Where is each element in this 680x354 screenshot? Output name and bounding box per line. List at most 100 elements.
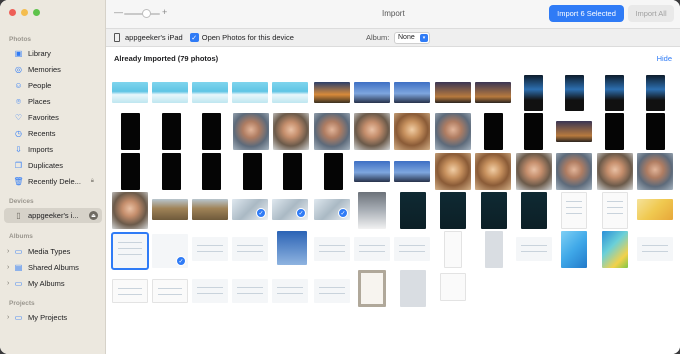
photo-thumbnail[interactable] [152,82,188,103]
photo-thumbnail[interactable] [358,270,386,307]
sidebar-item-device[interactable]: ▯ appgeeker's i... ⏏ [4,208,102,223]
photo-thumbnail[interactable] [192,279,228,303]
photo-thumbnail[interactable] [152,279,188,303]
photo-thumbnail[interactable] [394,82,430,103]
photo-thumbnail[interactable] [192,82,228,103]
photo-thumbnail[interactable] [440,192,466,229]
zoom-in-icon[interactable]: + [162,7,167,17]
photo-thumbnail[interactable] [646,75,665,111]
photo-thumbnail[interactable] [602,231,628,268]
photo-thumbnail[interactable] [324,153,343,190]
photo-thumbnail[interactable] [192,199,228,220]
photo-thumbnail[interactable] [524,113,543,150]
photo-thumbnail[interactable] [605,75,624,111]
photo-thumbnail[interactable] [561,231,587,268]
sidebar-item-my-albums[interactable]: › ▭ My Albums [4,276,102,291]
photo-thumbnail[interactable] [283,153,302,190]
photo-thumbnail[interactable] [314,279,350,303]
chevron-right-icon[interactable]: › [7,264,9,271]
photo-thumbnail[interactable] [314,82,350,103]
photo-thumbnail[interactable] [232,279,268,303]
import-selected-button[interactable]: Import 6 Selected [549,5,624,22]
photo-thumbnail[interactable] [475,153,511,190]
photo-thumbnail[interactable] [394,161,430,182]
photo-thumbnail[interactable] [556,153,592,190]
photo-thumbnail[interactable] [435,113,471,150]
photo-thumbnail[interactable] [556,121,592,142]
sidebar-item-people[interactable]: ☺ People [4,78,102,93]
photo-thumbnail[interactable] [394,237,430,261]
photo-thumbnail[interactable] [111,232,149,270]
photo-thumbnail[interactable]: ✓ [152,234,188,268]
photo-thumbnail[interactable] [602,192,628,229]
photo-thumbnail[interactable] [273,113,309,150]
hide-link[interactable]: Hide [657,54,672,63]
sidebar-item-shared-albums[interactable]: › ▤ Shared Albums [4,260,102,275]
eject-icon[interactable]: ⏏ [89,211,98,220]
minimize-window-button[interactable] [21,9,28,16]
photo-thumbnail[interactable] [637,199,673,220]
photo-thumbnail[interactable]: ✓ [314,199,350,220]
zoom-out-icon[interactable]: — [114,7,123,17]
photo-thumbnail[interactable] [605,113,624,150]
sidebar-item-library[interactable]: ▣ Library [4,46,102,61]
sidebar-item-recently-deleted[interactable]: 🗑︎ Recently Dele... 🔒︎ [4,174,102,189]
import-all-button[interactable]: Import All [628,5,674,22]
sidebar-item-my-projects[interactable]: › ▭ My Projects [4,310,102,325]
album-select[interactable]: None ▾ [394,31,430,44]
photo-thumbnail[interactable] [400,270,426,307]
photo-thumbnail[interactable] [243,153,262,190]
sidebar-item-media-types[interactable]: › ▭ Media Types [4,244,102,259]
photo-thumbnail[interactable] [565,75,584,111]
sidebar-item-duplicates[interactable]: ❐ Duplicates [4,158,102,173]
photo-thumbnail[interactable] [112,192,148,229]
photo-thumbnail[interactable] [485,231,503,268]
photo-thumbnail[interactable] [597,153,633,190]
photo-thumbnail[interactable] [232,237,268,261]
photo-thumbnail[interactable] [435,82,471,103]
photo-thumbnail[interactable]: ✓ [232,199,268,220]
photo-thumbnail[interactable] [394,113,430,150]
photo-thumbnail[interactable] [272,82,308,103]
chevron-right-icon[interactable]: › [7,248,9,255]
photo-thumbnail[interactable] [202,153,221,190]
photo-thumbnail[interactable] [277,231,307,265]
photo-thumbnail[interactable] [637,153,673,190]
photo-thumbnail[interactable] [162,153,181,190]
photo-thumbnail[interactable] [484,113,503,150]
photo-thumbnail[interactable] [192,237,228,261]
photo-thumbnail[interactable] [354,161,390,182]
photo-thumbnail[interactable] [440,273,466,301]
open-photos-checkbox[interactable]: ✓ [189,33,199,42]
photo-thumbnail[interactable] [162,113,181,150]
photo-thumbnail[interactable] [354,113,390,150]
photo-thumbnail[interactable] [637,237,673,261]
photo-thumbnail[interactable] [112,279,148,303]
chevron-right-icon[interactable]: › [7,314,9,321]
photo-thumbnail[interactable] [314,237,350,261]
photo-thumbnail[interactable] [516,237,552,261]
photo-thumbnail[interactable] [561,192,587,229]
photo-thumbnail[interactable] [400,192,426,229]
photo-thumbnail[interactable] [521,192,547,229]
photo-thumbnail[interactable] [354,237,390,261]
photo-thumbnail[interactable] [314,113,350,150]
photo-thumbnail[interactable] [358,192,386,229]
photo-thumbnail[interactable] [524,75,543,111]
sidebar-item-places[interactable]: ⌾ Places [4,94,102,109]
photo-thumbnail[interactable] [233,113,269,150]
photo-thumbnail[interactable] [516,153,552,190]
sidebar-item-favorites[interactable]: ♡ Favorites [4,110,102,125]
photo-thumbnail[interactable] [121,153,140,190]
chevron-right-icon[interactable]: › [7,280,9,287]
zoom-slider-knob[interactable] [142,9,151,18]
photo-thumbnail[interactable] [646,113,665,150]
photo-thumbnail[interactable] [152,199,188,220]
photo-thumbnail[interactable] [444,231,462,268]
photo-thumbnail[interactable] [435,153,471,190]
open-photos-label[interactable]: Open Photos for this device [202,33,294,42]
sidebar-item-memories[interactable]: ◎ Memories [4,62,102,77]
photo-thumbnail[interactable]: ✓ [272,199,308,220]
photo-thumbnail[interactable] [354,82,390,103]
photo-thumbnail[interactable] [272,279,308,303]
